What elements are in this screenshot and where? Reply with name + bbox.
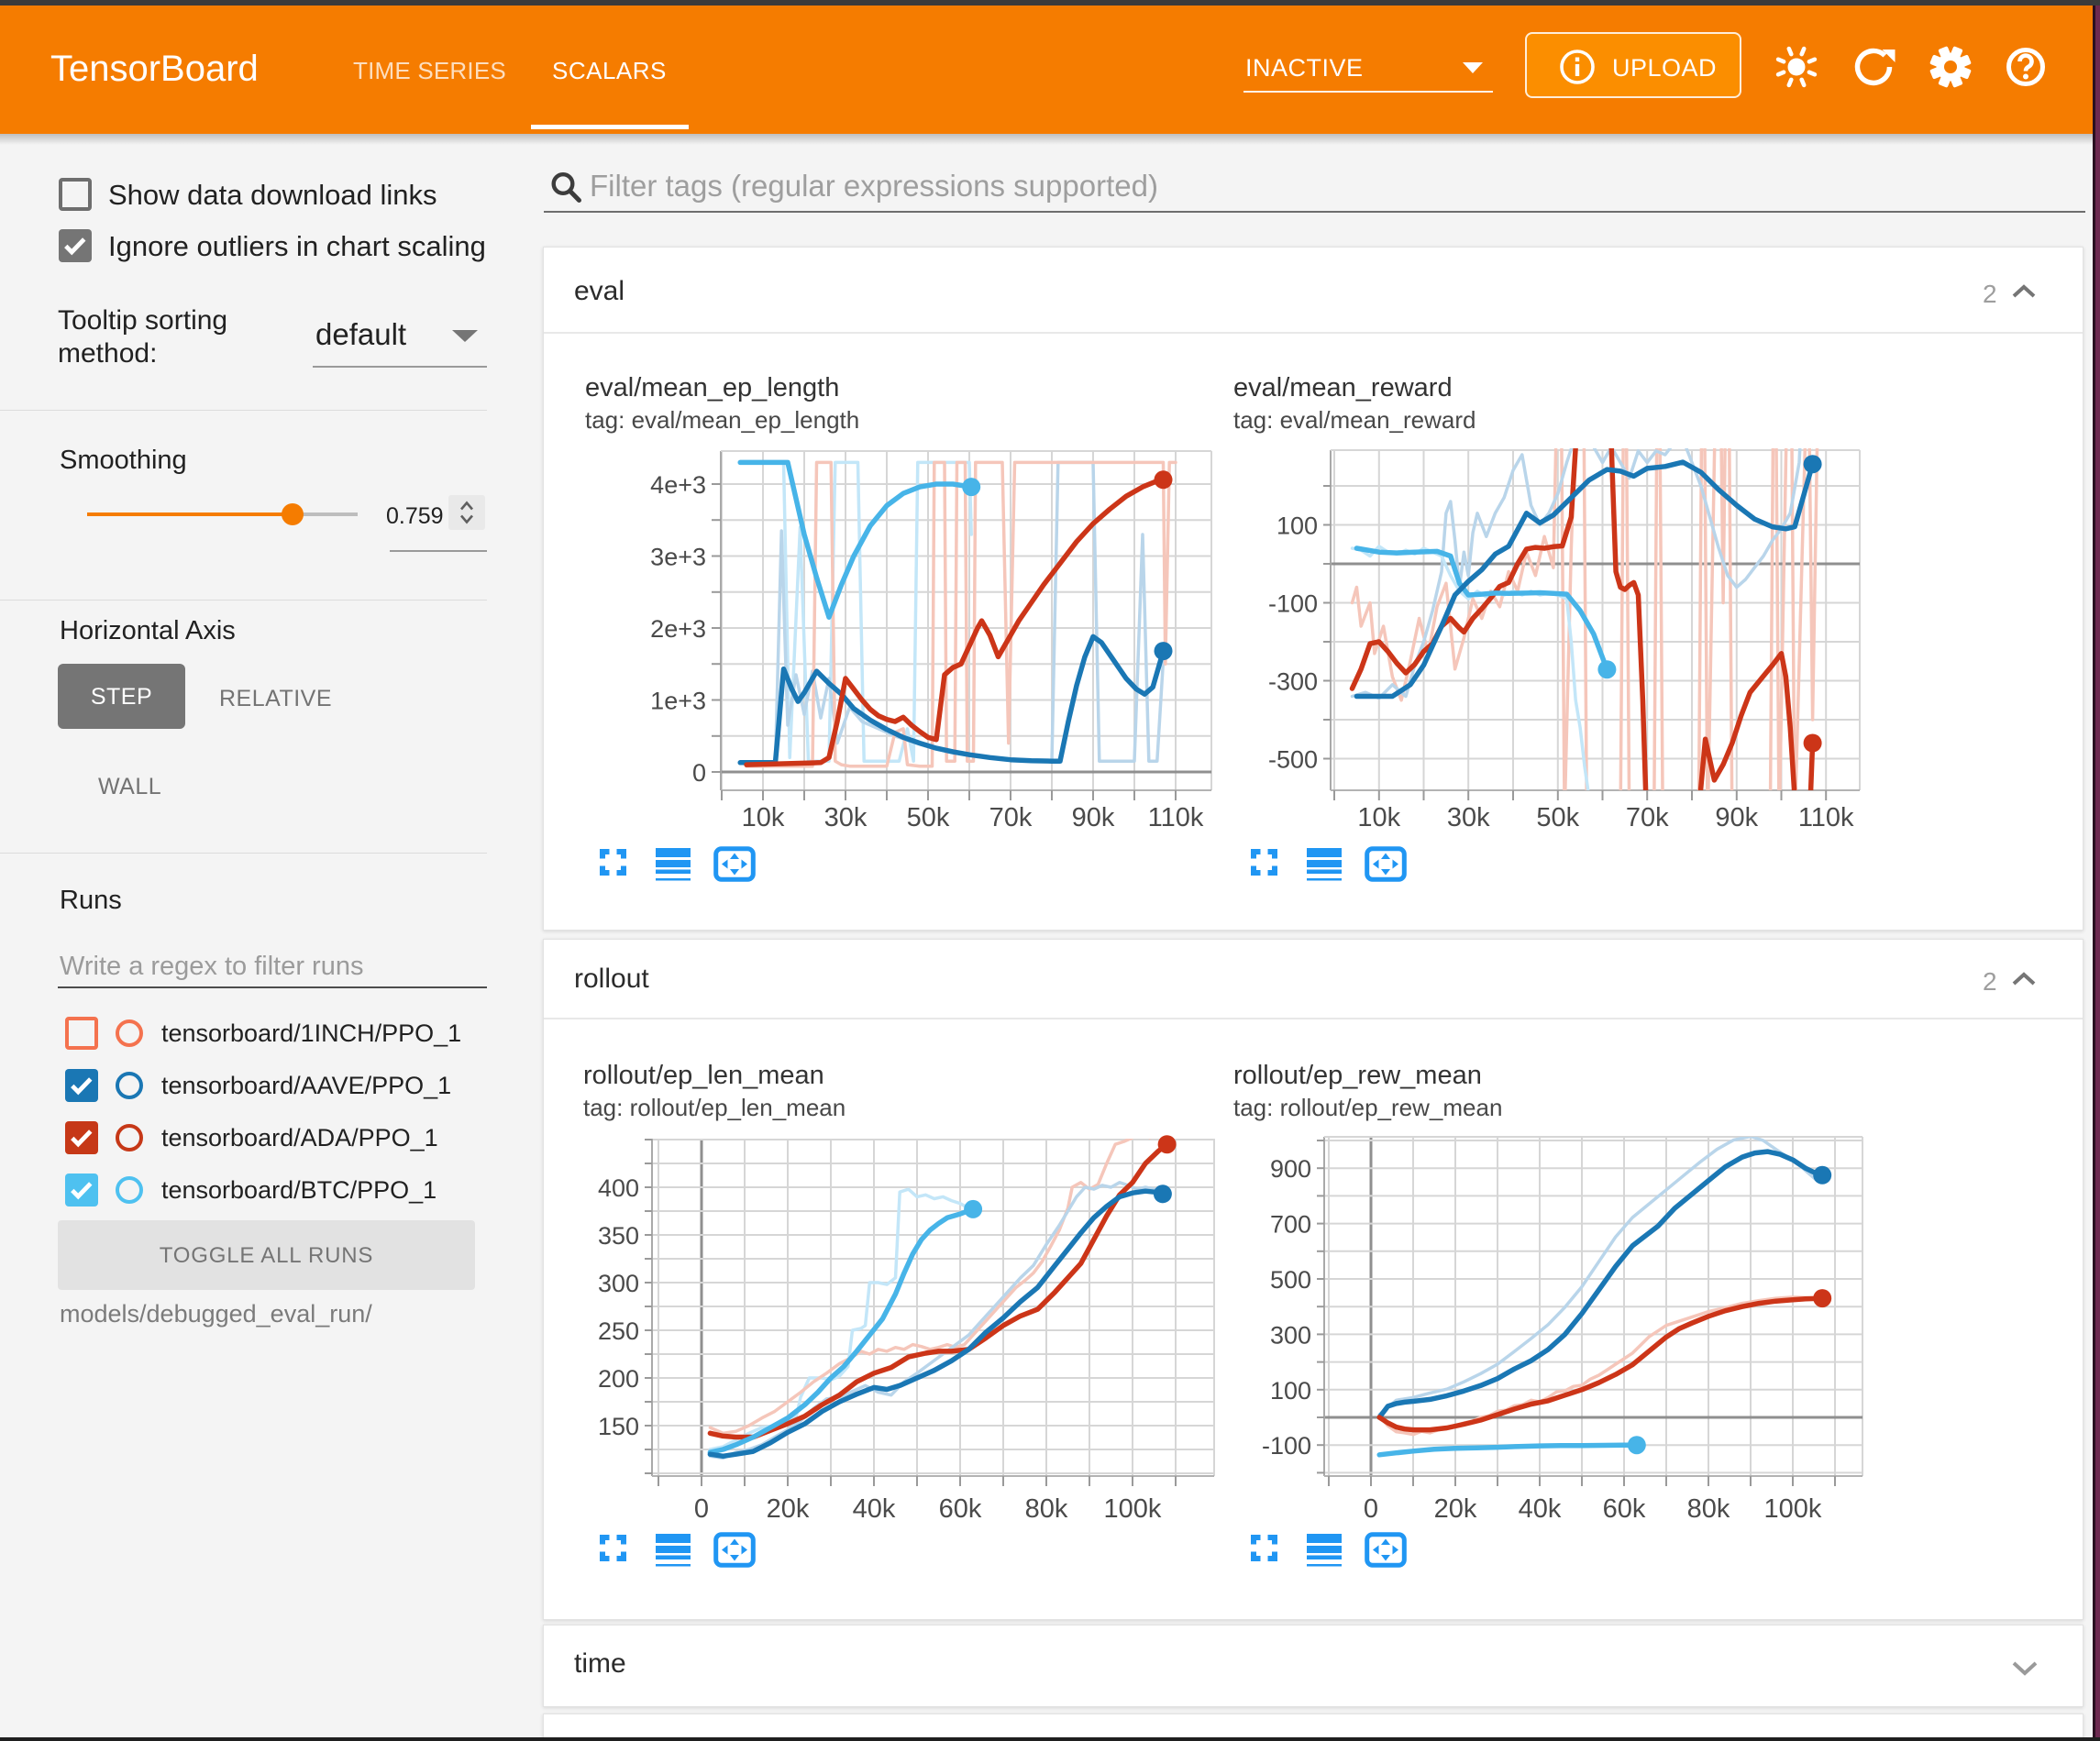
svg-text:300: 300 [598, 1270, 639, 1297]
svg-text:80k: 80k [1687, 1494, 1730, 1524]
svg-text:200: 200 [598, 1365, 639, 1393]
svg-text:500: 500 [1270, 1266, 1311, 1294]
svg-text:100k: 100k [1764, 1494, 1822, 1524]
svg-text:20k: 20k [1434, 1494, 1477, 1524]
svg-text:250: 250 [598, 1317, 639, 1345]
svg-text:100: 100 [1270, 1377, 1311, 1405]
svg-text:40k: 40k [853, 1494, 896, 1524]
svg-text:60k: 60k [939, 1494, 982, 1524]
svg-text:700: 700 [1270, 1211, 1311, 1239]
svg-text:400: 400 [598, 1174, 639, 1202]
svg-text:150: 150 [598, 1413, 639, 1440]
svg-text:60k: 60k [1603, 1494, 1646, 1524]
svg-text:40k: 40k [1519, 1494, 1562, 1524]
svg-text:-100: -100 [1262, 1432, 1311, 1460]
svg-text:80k: 80k [1025, 1494, 1068, 1524]
svg-text:350: 350 [598, 1222, 639, 1250]
svg-text:0: 0 [1364, 1494, 1378, 1524]
svg-text:20k: 20k [767, 1494, 810, 1524]
svg-text:100k: 100k [1104, 1494, 1162, 1524]
svg-text:0: 0 [694, 1494, 709, 1524]
svg-text:300: 300 [1270, 1321, 1311, 1349]
svg-text:900: 900 [1270, 1155, 1311, 1183]
